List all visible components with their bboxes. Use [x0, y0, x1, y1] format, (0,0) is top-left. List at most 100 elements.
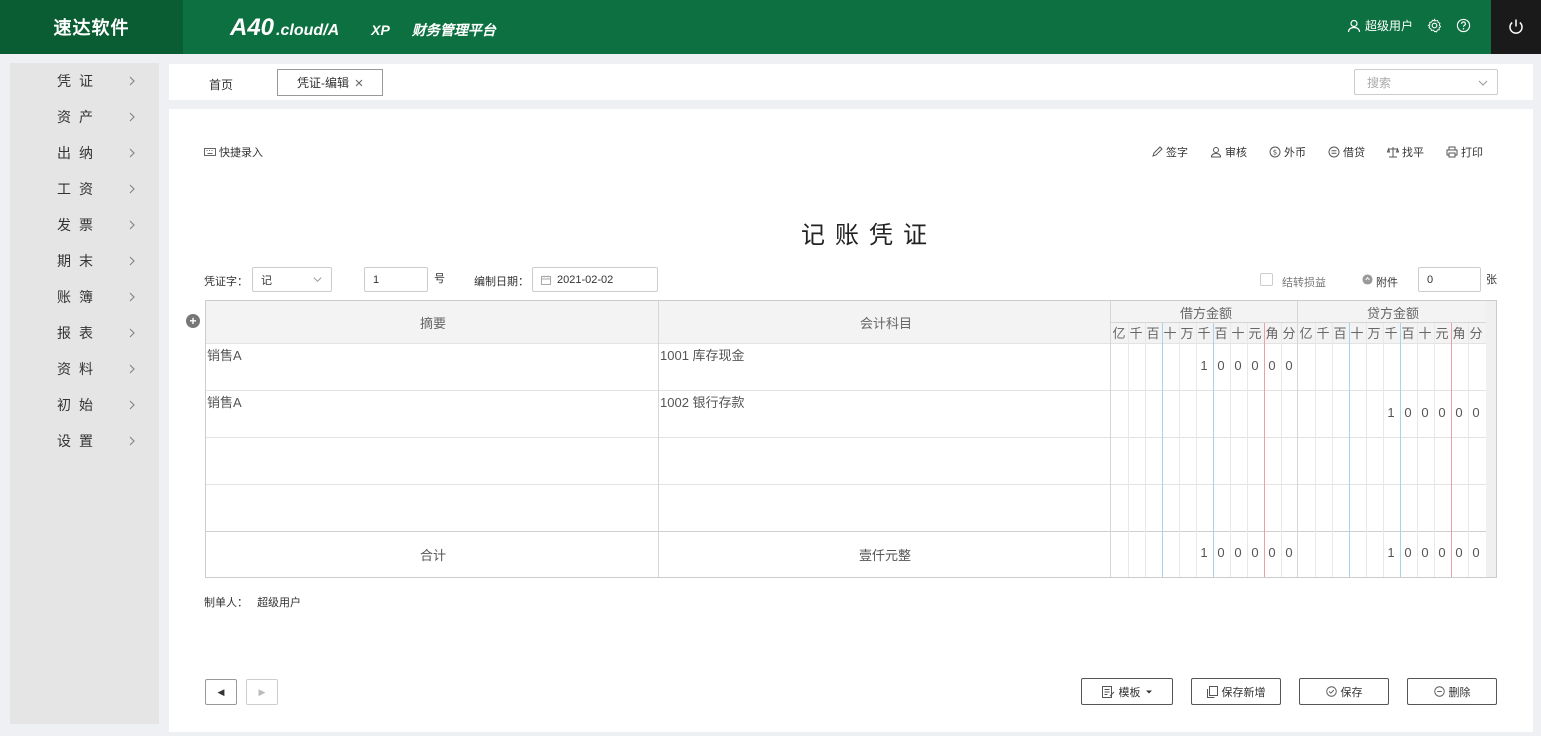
save-new-button[interactable]: 保存新增: [1191, 678, 1281, 705]
brand-logo[interactable]: 速达软件: [0, 0, 183, 54]
row-1-account[interactable]: 1001 库存现金: [660, 345, 745, 364]
add-row-icon[interactable]: +: [186, 314, 200, 328]
sidebar-item-label: 发票: [57, 217, 101, 233]
print-label: 打印: [1461, 147, 1483, 159]
sidebar-item-initial[interactable]: 初始: [10, 387, 159, 423]
tab-home[interactable]: 首页: [209, 76, 233, 93]
voucher-type-select[interactable]: 记: [252, 267, 332, 292]
template-button[interactable]: 模板: [1081, 678, 1173, 705]
foreign-currency-button[interactable]: $ 外币: [1269, 144, 1306, 160]
close-icon[interactable]: [355, 79, 363, 87]
carry-forward-checkbox[interactable]: [1260, 273, 1273, 286]
chevron-right-icon: [125, 182, 139, 196]
voucher-number-suffix: 号: [434, 273, 445, 285]
sidebar-item-period-end[interactable]: 期末: [10, 243, 159, 279]
sidebar-item-invoice[interactable]: 发票: [10, 207, 159, 243]
product-sub: .cloud/A: [276, 22, 340, 39]
attachment-icon: [1362, 274, 1373, 285]
sidebar-item-settings[interactable]: 设置: [10, 423, 159, 459]
quick-entry-label: 快捷录入: [219, 147, 263, 159]
balance-label: 找平: [1402, 147, 1424, 159]
debit-unit-header: 元: [1248, 326, 1262, 341]
user-menu[interactable]: 超级用户: [1347, 17, 1413, 34]
voucher-number-input[interactable]: 1: [364, 267, 428, 292]
tab-voucher-edit[interactable]: 凭证-编辑: [277, 69, 383, 96]
product-edition: XP: [371, 22, 390, 38]
total-debit-digit: 0: [1217, 545, 1225, 560]
sidebar-item-reports[interactable]: 报表: [10, 315, 159, 351]
row-divider: [206, 390, 1486, 391]
row-2-summary[interactable]: 销售A: [207, 392, 242, 411]
row-2-account[interactable]: 1002 银行存款: [660, 392, 745, 411]
row-1-summary[interactable]: 销售A: [207, 345, 242, 364]
help-icon[interactable]: [1456, 18, 1471, 33]
debit-unit-header: 百: [1146, 326, 1160, 341]
chevron-right-icon: [125, 290, 139, 304]
debit-credit-button[interactable]: 借贷: [1328, 144, 1365, 160]
prev-voucher-button[interactable]: ◀: [205, 679, 237, 705]
print-button[interactable]: 打印: [1446, 144, 1483, 160]
sidebar-item-data[interactable]: 资料: [10, 351, 159, 387]
col-debit-header: 借方金额: [1180, 306, 1233, 321]
power-button[interactable]: [1491, 0, 1541, 54]
sign-button[interactable]: 签字: [1151, 144, 1188, 160]
gear-icon[interactable]: [1427, 18, 1442, 33]
attachment-count-input[interactable]: 0: [1418, 267, 1481, 292]
sidebar-item-label: 工资: [57, 181, 101, 197]
debit-unit-header: 角: [1265, 326, 1279, 341]
calendar-icon: [541, 275, 551, 285]
power-icon: [1507, 18, 1525, 36]
chevron-right-icon: [125, 110, 139, 124]
foreign-currency-label: 外币: [1284, 147, 1306, 159]
digit-divider: [1434, 323, 1435, 577]
svg-text:$: $: [1273, 149, 1277, 157]
date-input[interactable]: 2021-02-02: [532, 267, 658, 292]
next-voucher-button[interactable]: ▶: [246, 679, 278, 705]
save-button[interactable]: 保存: [1299, 678, 1389, 705]
search-select[interactable]: 搜索: [1354, 69, 1498, 95]
digit-divider: [1315, 323, 1316, 577]
total-debit-digit: 0: [1285, 545, 1293, 560]
total-label: 合计: [420, 548, 447, 563]
sidebar-item-ledger[interactable]: 账簿: [10, 279, 159, 315]
sidebar-item-assets[interactable]: 资产: [10, 99, 159, 135]
balance-button[interactable]: 找平: [1387, 144, 1424, 160]
maker: 制单人： 超级用户: [204, 594, 301, 610]
row-divider: [206, 484, 1486, 485]
sidebar-item-label: 资产: [57, 109, 101, 125]
row-2-credit-digit: 0: [1438, 405, 1446, 420]
carry-forward-label: 结转损益: [1282, 277, 1326, 289]
credit-unit-header: 百: [1333, 326, 1347, 341]
col-credit-header: 贷方金额: [1367, 306, 1420, 321]
audit-button[interactable]: 审核: [1210, 144, 1247, 160]
debit-unit-header: 万: [1180, 326, 1194, 341]
quick-entry-button[interactable]: 快捷录入: [204, 144, 263, 160]
keyboard-icon: [204, 147, 216, 157]
voucher-meta: 凭证字： 记 1 号 编制日期： 2021-02-02 结转损益 附件 0 张: [204, 267, 1499, 293]
chevron-right-icon: [125, 146, 139, 160]
column-divider: [1110, 301, 1111, 577]
voucher-actions: 签字 审核 $ 外币 借贷 找平 打印: [1151, 144, 1483, 160]
top-bar: 速达软件 A40 .cloud/A XP 财务管理平台 超级用户: [0, 0, 1541, 54]
credit-unit-header: 元: [1435, 326, 1449, 341]
sidebar: 凭证 资产 出纳 工资 发票 期末 账簿 报表 资料 初始 设置: [10, 63, 159, 724]
debit-unit-header: 千: [1197, 326, 1211, 341]
user-check-icon: [1210, 146, 1222, 158]
digit-divider: [1451, 323, 1452, 577]
table-scrollbar[interactable]: [1486, 301, 1496, 577]
swap-icon: [1328, 146, 1340, 158]
voucher-panel: 快捷录入 签字 审核 $ 外币 借贷 找平 打印 记账凭证 凭证字： 记 1 号…: [169, 109, 1533, 732]
top-right-tools: 超级用户: [1347, 17, 1471, 34]
digit-divider: [1162, 323, 1163, 577]
credit-unit-header: 角: [1452, 326, 1466, 341]
delete-button[interactable]: 删除: [1407, 678, 1497, 705]
sidebar-item-cashier[interactable]: 出纳: [10, 135, 159, 171]
tab-strip: 首页 凭证-编辑 搜索: [169, 64, 1533, 100]
sidebar-item-payroll[interactable]: 工资: [10, 171, 159, 207]
digit-divider: [1179, 323, 1180, 577]
digit-divider: [1417, 323, 1418, 577]
sidebar-item-label: 资料: [57, 361, 101, 377]
total-credit-digit: 0: [1404, 545, 1412, 560]
sidebar-item-voucher[interactable]: 凭证: [10, 63, 159, 99]
col-summary-header: 摘要: [420, 316, 447, 331]
